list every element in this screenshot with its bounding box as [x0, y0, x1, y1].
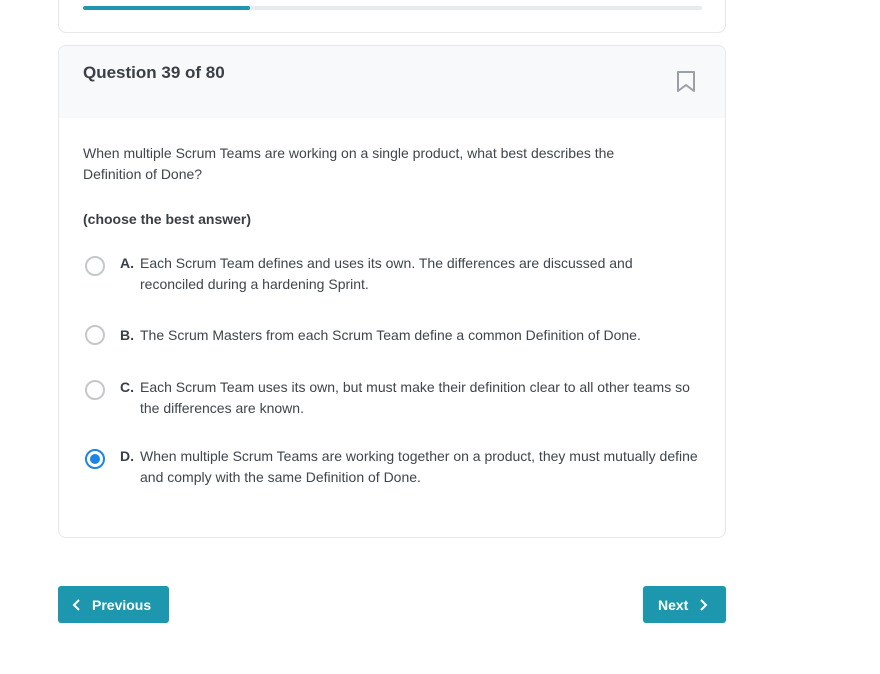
option-text: When multiple Scrum Teams are working to…: [140, 448, 698, 485]
previous-label: Previous: [92, 596, 152, 613]
option-radio[interactable]: [85, 325, 105, 345]
question-text: When multiple Scrum Teams are working on…: [83, 145, 615, 182]
option-d[interactable]: D. When multiple Scrum Teams are working…: [83, 446, 698, 488]
progress-fill: [83, 6, 251, 10]
next-button[interactable]: Next: [643, 586, 726, 623]
progress-card: [58, 0, 726, 33]
option-c[interactable]: C. Each Scrum Team uses its own, but mus…: [83, 377, 690, 419]
option-radio[interactable]: [85, 380, 105, 400]
option-letter: C.: [120, 379, 134, 395]
bookmark-icon[interactable]: [676, 70, 696, 94]
option-letter: B.: [120, 327, 134, 343]
option-radio[interactable]: [85, 256, 105, 276]
option-radio[interactable]: [85, 449, 105, 469]
question-header: Question 39 of 80: [59, 46, 725, 118]
chevron-left-icon: [72, 598, 80, 611]
previous-button[interactable]: Previous: [58, 586, 169, 623]
question-title: Question 39 of 80: [83, 63, 225, 82]
option-letter: D.: [120, 448, 134, 464]
option-a[interactable]: A. Each Scrum Team defines and uses its …: [83, 253, 683, 295]
option-text: Each Scrum Team uses its own, but must m…: [140, 379, 690, 416]
option-text: Each Scrum Team defines and uses its own…: [140, 255, 633, 292]
answer-instruction: (choose the best answer): [83, 211, 252, 227]
question-card: Question 39 of 80 When multiple Scrum Te…: [58, 45, 726, 538]
option-b[interactable]: B. The Scrum Masters from each Scrum Tea…: [83, 325, 683, 346]
chevron-right-icon: [700, 598, 708, 611]
next-label: Next: [658, 596, 689, 613]
progress-bar: [83, 6, 702, 10]
option-letter: A.: [120, 255, 134, 271]
option-text: The Scrum Masters from each Scrum Team d…: [140, 327, 641, 343]
